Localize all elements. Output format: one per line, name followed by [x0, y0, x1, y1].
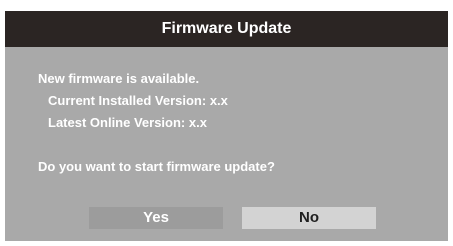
- firmware-update-dialog: Firmware Update New firmware is availabl…: [5, 11, 448, 241]
- latest-version-text: Latest Online Version: x.x: [48, 115, 207, 130]
- update-question: Do you want to start firmware update?: [38, 159, 275, 174]
- current-version-text: Current Installed Version: x.x: [48, 93, 228, 108]
- dialog-title: Firmware Update: [5, 11, 448, 47]
- yes-button[interactable]: Yes: [89, 207, 223, 229]
- firmware-available-message: New firmware is available.: [38, 71, 200, 86]
- no-button[interactable]: No: [242, 207, 376, 229]
